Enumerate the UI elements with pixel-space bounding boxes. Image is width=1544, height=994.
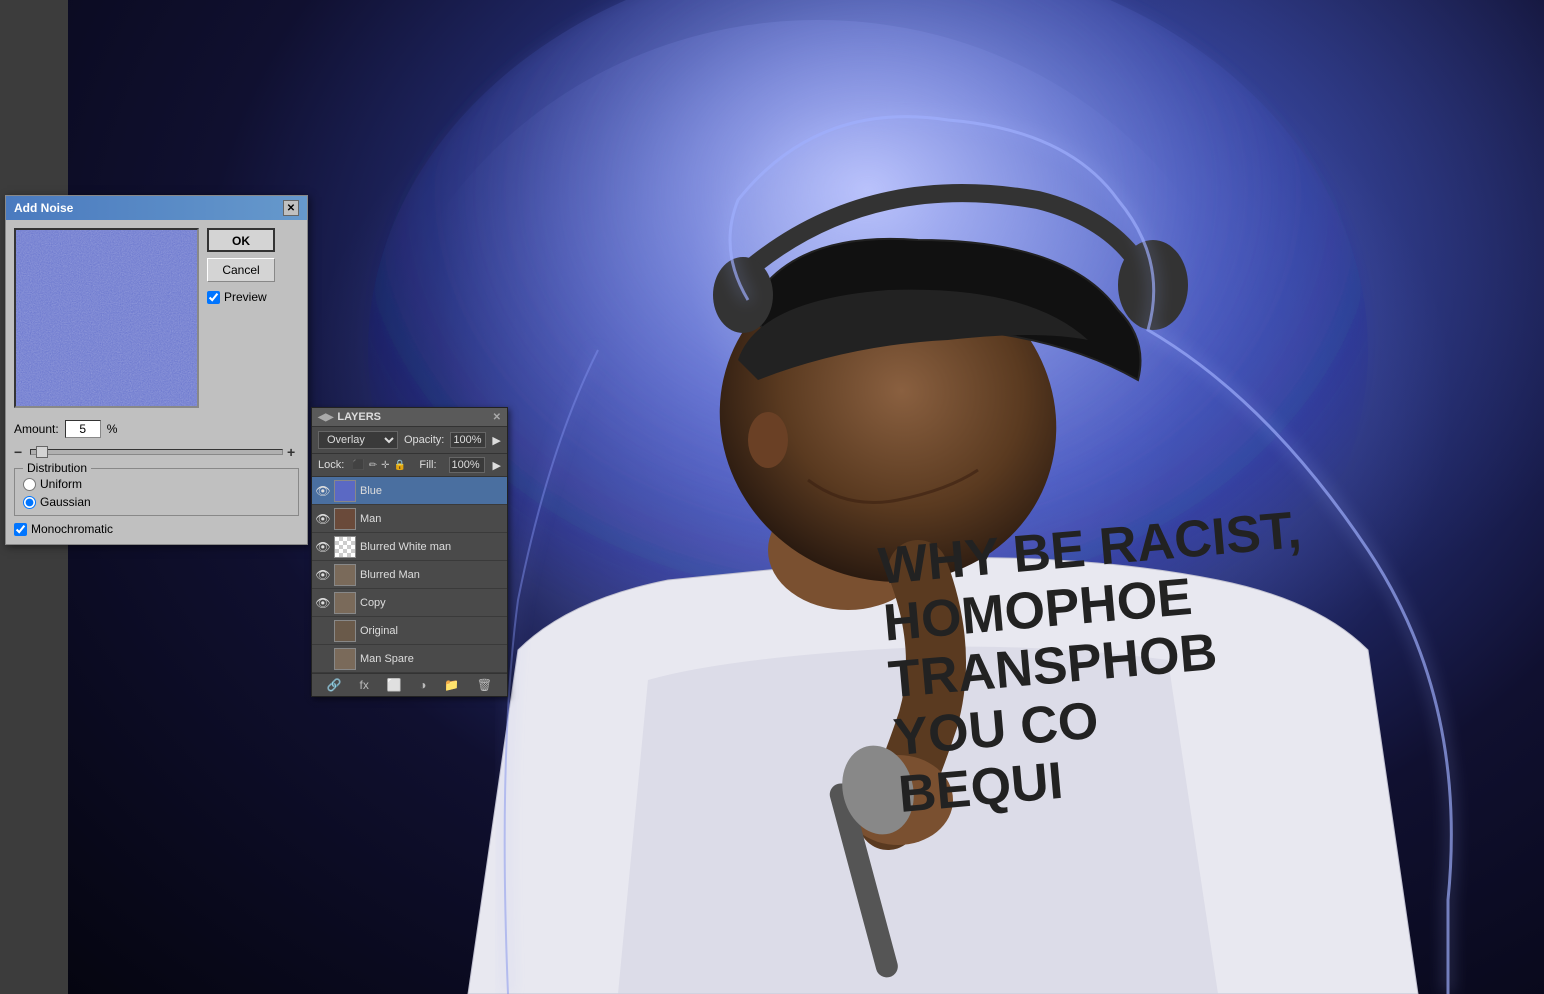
amount-slider-container: − + (14, 444, 299, 460)
link-layers-icon[interactable]: 🔗 (327, 678, 342, 692)
layer-thumbnail (334, 648, 356, 670)
layer-item[interactable]: 👁 Blurred White man (312, 533, 507, 561)
layer-name: Original (360, 625, 503, 637)
layer-name: Blurred White man (360, 541, 503, 553)
layer-item[interactable]: 👁 Copy (312, 589, 507, 617)
cancel-button[interactable]: Cancel (207, 258, 275, 282)
layer-visibility-icon[interactable]: 👁 (316, 512, 330, 526)
dialog-bottom: Amount: % − + Distribution Uniform Gauss… (6, 416, 307, 544)
layers-bottom-bar: 🔗 fx ⬜ ◑ 📁 🗑 (312, 673, 507, 696)
layer-name: Man Spare (360, 653, 503, 665)
layer-thumbnail (334, 536, 356, 558)
layers-panel-title: LAYERS (337, 411, 381, 423)
layer-visibility-icon[interactable]: 👁 (316, 568, 330, 582)
layer-thumbnail (334, 480, 356, 502)
shirt-text: WHY BE RACIST, HOMOPHOE TRANSPHOB YOU CO… (876, 502, 1323, 824)
ok-button[interactable]: OK (207, 228, 275, 252)
layer-visibility-icon[interactable]: 👁 (316, 624, 330, 638)
add-adjustment-icon[interactable]: ◑ (419, 678, 426, 692)
layer-visibility-icon[interactable]: 👁 (316, 652, 330, 666)
layer-thumbnail (334, 508, 356, 530)
amount-row: Amount: % (14, 420, 299, 438)
amount-slider[interactable] (30, 449, 283, 455)
gaussian-radio-row: Gaussian (23, 495, 290, 509)
layer-item[interactable]: 👁 Man Spare (312, 645, 507, 673)
opacity-input[interactable] (450, 432, 486, 448)
distribution-group: Distribution Uniform Gaussian (14, 468, 299, 516)
monochromatic-row: Monochromatic (14, 522, 299, 536)
lock-icons: ⬛ ✏ ✛ 🔒 (352, 460, 406, 471)
layers-list: 👁 Blue 👁 Man 👁 Blurred White man 👁 Blurr… (312, 477, 507, 673)
dialog-title: Add Noise (14, 201, 73, 215)
options-arrow-icon[interactable]: ▶ (492, 434, 500, 447)
fill-label: Fill: (419, 459, 436, 471)
layer-name: Copy (360, 597, 503, 609)
dialog-close-button[interactable]: ✕ (283, 200, 299, 216)
layers-close-button[interactable]: ✕ (493, 412, 501, 423)
gaussian-radio[interactable] (23, 496, 36, 509)
lock-pixels-icon[interactable]: ✏ (369, 460, 377, 471)
opacity-label: Opacity: (404, 434, 444, 446)
dialog-controls: OK Cancel Preview (207, 228, 299, 408)
layer-item[interactable]: 👁 Blurred Man (312, 561, 507, 589)
dialog-titlebar[interactable]: Add Noise ✕ (6, 196, 307, 220)
layer-item[interactable]: 👁 Original (312, 617, 507, 645)
fill-arrow-icon[interactable]: ▶ (493, 459, 501, 472)
layer-visibility-icon[interactable]: 👁 (316, 484, 330, 498)
dialog-body: OK Cancel Preview (6, 220, 307, 416)
uniform-radio-row: Uniform (23, 477, 290, 491)
layers-options: Overlay Normal Multiply Screen Opacity: … (312, 427, 507, 454)
slider-minus-icon: − (14, 444, 26, 460)
monochromatic-checkbox[interactable] (14, 523, 27, 536)
layer-item[interactable]: 👁 Blue (312, 477, 507, 505)
preview-label: Preview (224, 290, 267, 304)
layer-thumbnail (334, 620, 356, 642)
monochromatic-label: Monochromatic (31, 522, 113, 536)
amount-input[interactable] (65, 420, 101, 438)
uniform-radio[interactable] (23, 478, 36, 491)
lock-all-icon[interactable]: 🔒 (394, 460, 406, 471)
layer-thumbnail (334, 592, 356, 614)
layers-lock-row: Lock: ⬛ ✏ ✛ 🔒 Fill: ▶ (312, 454, 507, 477)
layer-thumbnail (334, 564, 356, 586)
slider-thumb[interactable] (36, 446, 48, 458)
lock-position-icon[interactable]: ✛ (381, 460, 389, 471)
delete-layer-icon[interactable]: 🗑 (477, 678, 492, 692)
layer-visibility-icon[interactable]: 👁 (316, 596, 330, 610)
lock-label: Lock: (318, 459, 344, 471)
layer-visibility-icon[interactable]: 👁 (316, 540, 330, 554)
layers-title-left: ◀▶ LAYERS (318, 411, 381, 423)
layer-name: Man (360, 513, 503, 525)
preview-checkbox-row: Preview (207, 290, 299, 304)
distribution-legend: Distribution (23, 461, 91, 475)
layer-name: Blurred Man (360, 569, 503, 581)
add-folder-icon[interactable]: 📁 (444, 678, 459, 692)
amount-label: Amount: (14, 422, 59, 436)
uniform-label: Uniform (40, 477, 82, 491)
layers-panel: ◀▶ LAYERS ✕ Overlay Normal Multiply Scre… (311, 407, 508, 697)
preview-noise (16, 230, 197, 406)
layer-name: Blue (360, 485, 503, 497)
gaussian-label: Gaussian (40, 495, 91, 509)
add-mask-icon[interactable]: ⬜ (387, 678, 402, 692)
preview-area (14, 228, 199, 408)
lock-transparent-icon[interactable]: ⬛ (352, 460, 364, 471)
layer-item[interactable]: 👁 Man (312, 505, 507, 533)
collapse-arrows-icon[interactable]: ◀▶ (318, 412, 333, 423)
preview-checkbox[interactable] (207, 291, 220, 304)
slider-plus-icon: + (287, 444, 299, 460)
add-noise-dialog: Add Noise ✕ OK Cancel Preview Amount: % … (5, 195, 308, 545)
layers-titlebar: ◀▶ LAYERS ✕ (312, 408, 507, 427)
fx-icon[interactable]: fx (360, 678, 369, 692)
percent-label: % (107, 422, 118, 436)
fill-input[interactable] (449, 457, 485, 473)
blend-mode-select[interactable]: Overlay Normal Multiply Screen (318, 431, 398, 449)
